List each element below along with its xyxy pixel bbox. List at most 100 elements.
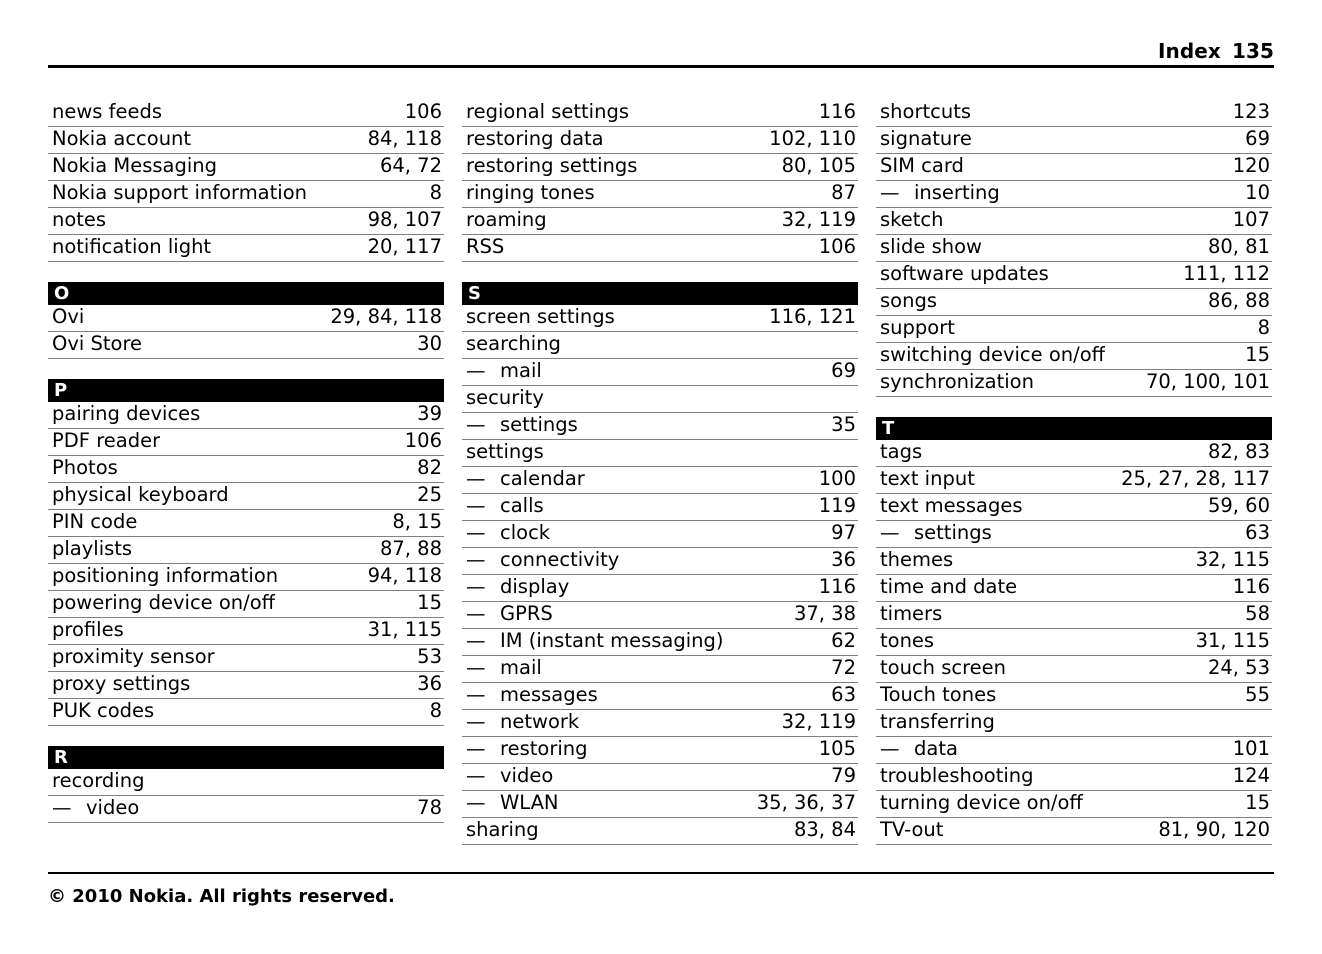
index-entry[interactable]: SIM card 120 bbox=[876, 154, 1272, 181]
index-entry-label: clock bbox=[500, 521, 551, 544]
index-entry-pages: 69 bbox=[831, 359, 856, 382]
index-sub-entry[interactable]: — inserting 10 bbox=[876, 181, 1272, 208]
index-entry[interactable]: turning device on/off 15 bbox=[876, 791, 1272, 818]
index-entry[interactable]: switching device on/off 15 bbox=[876, 343, 1272, 370]
index-entry-pages: 29, 84, 118 bbox=[330, 305, 442, 328]
index-entry-pages: 105 bbox=[818, 737, 856, 760]
index-entry[interactable]: software updates 111, 112 bbox=[876, 262, 1272, 289]
index-sub-entry[interactable]: — mail 69 bbox=[462, 359, 858, 386]
index-entry[interactable]: time and date 116 bbox=[876, 575, 1272, 602]
index-entry-pages: 8 bbox=[429, 699, 442, 722]
index-entry[interactable]: proximity sensor 53 bbox=[48, 645, 444, 672]
index-entry[interactable]: recording bbox=[48, 769, 444, 796]
index-sub-entry[interactable]: — network 32, 119 bbox=[462, 710, 858, 737]
index-entry[interactable]: support 8 bbox=[876, 316, 1272, 343]
index-entry[interactable]: Ovi 29, 84, 118 bbox=[48, 305, 444, 332]
index-entry[interactable]: pairing devices 39 bbox=[48, 402, 444, 429]
index-entry[interactable]: PIN code 8, 15 bbox=[48, 510, 444, 537]
index-entry[interactable]: tones 31, 115 bbox=[876, 629, 1272, 656]
index-sub-entry[interactable]: — WLAN 35, 36, 37 bbox=[462, 791, 858, 818]
index-entry[interactable]: PUK codes 8 bbox=[48, 699, 444, 726]
index-entry[interactable]: Ovi Store 30 bbox=[48, 332, 444, 359]
index-entry-pages: 39 bbox=[417, 402, 442, 425]
index-entry-term: Photos bbox=[52, 456, 118, 479]
index-entry-pages: 100 bbox=[818, 467, 856, 490]
index-entry[interactable]: shortcuts 123 bbox=[876, 100, 1272, 127]
index-entry-pages: 59, 60 bbox=[1207, 494, 1270, 517]
index-entry-term: sharing bbox=[466, 818, 539, 841]
index-entry[interactable]: restoring data 102, 110 bbox=[462, 127, 858, 154]
index-entry-pages: 32, 119 bbox=[781, 208, 856, 231]
index-entry[interactable]: troubleshooting 124 bbox=[876, 764, 1272, 791]
index-entry[interactable]: notification light 20, 117 bbox=[48, 235, 444, 262]
index-entry[interactable]: slide show 80, 81 bbox=[876, 235, 1272, 262]
index-sub-entry[interactable]: — calls 119 bbox=[462, 494, 858, 521]
index-entry-label: mail bbox=[500, 359, 542, 382]
index-sub-entry[interactable]: — settings 35 bbox=[462, 413, 858, 440]
index-sub-entry[interactable]: — connectivity 36 bbox=[462, 548, 858, 575]
index-entry[interactable]: Nokia support information 8 bbox=[48, 181, 444, 208]
index-entry[interactable]: news feeds 106 bbox=[48, 100, 444, 127]
index-entry[interactable]: Photos 82 bbox=[48, 456, 444, 483]
index-entry[interactable]: settings bbox=[462, 440, 858, 467]
index-entry[interactable]: TV-out 81, 90, 120 bbox=[876, 818, 1272, 845]
index-entry[interactable]: signature 69 bbox=[876, 127, 1272, 154]
index-entry-term: restoring data bbox=[466, 127, 604, 150]
index-entry[interactable]: transferring bbox=[876, 710, 1272, 737]
index-column-2: regional settings 116 restoring data 102, 1… bbox=[462, 100, 858, 845]
index-entry-pages: 36 bbox=[417, 672, 442, 695]
index-sub-entry[interactable]: — mail 72 bbox=[462, 656, 858, 683]
index-entry-term: tones bbox=[880, 629, 935, 652]
index-entry[interactable]: regional settings 116 bbox=[462, 100, 858, 127]
index-sub-entry[interactable]: — messages 63 bbox=[462, 683, 858, 710]
index-entry[interactable]: Nokia Messaging 64, 72 bbox=[48, 154, 444, 181]
index-sub-entry[interactable]: — GPRS 37, 38 bbox=[462, 602, 858, 629]
index-sub-entry[interactable]: — calendar 100 bbox=[462, 467, 858, 494]
index-sub-entry[interactable]: — clock 97 bbox=[462, 521, 858, 548]
index-entry[interactable]: PDF reader 106 bbox=[48, 429, 444, 456]
index-entry[interactable]: searching bbox=[462, 332, 858, 359]
index-entry[interactable]: powering device on/off 15 bbox=[48, 591, 444, 618]
index-entry[interactable]: restoring settings 80, 105 bbox=[462, 154, 858, 181]
index-entry-term: PDF reader bbox=[52, 429, 161, 452]
index-entry[interactable]: Nokia account 84, 118 bbox=[48, 127, 444, 154]
index-entry[interactable]: physical keyboard 25 bbox=[48, 483, 444, 510]
index-entry[interactable]: songs 86, 88 bbox=[876, 289, 1272, 316]
index-sub-entry[interactable]: — display 116 bbox=[462, 575, 858, 602]
index-entry-pages: 124 bbox=[1232, 764, 1270, 787]
index-entry[interactable]: security bbox=[462, 386, 858, 413]
index-entry[interactable]: synchronization 70, 100, 101 bbox=[876, 370, 1272, 397]
index-entry-pages: 86, 88 bbox=[1207, 289, 1270, 312]
index-entry[interactable]: tags 82, 83 bbox=[876, 440, 1272, 467]
index-entry[interactable]: screen settings 116, 121 bbox=[462, 305, 858, 332]
index-entry-term: playlists bbox=[52, 537, 133, 560]
index-entry[interactable]: themes 32, 115 bbox=[876, 548, 1272, 575]
page-header: Index 135 bbox=[48, 30, 1274, 68]
index-entry[interactable]: timers 58 bbox=[876, 602, 1272, 629]
index-entry-term: — inserting bbox=[880, 181, 1000, 205]
index-sub-entry[interactable]: — restoring 105 bbox=[462, 737, 858, 764]
index-entry[interactable]: sketch 107 bbox=[876, 208, 1272, 235]
index-entry[interactable]: proxy settings 36 bbox=[48, 672, 444, 699]
index-sub-entry[interactable]: — video 78 bbox=[48, 796, 444, 823]
index-sub-entry[interactable]: — settings 63 bbox=[876, 521, 1272, 548]
index-entry[interactable]: sharing 83, 84 bbox=[462, 818, 858, 845]
index-entry[interactable]: Touch tones 55 bbox=[876, 683, 1272, 710]
index-sub-entry[interactable]: — IM (instant messaging) 62 bbox=[462, 629, 858, 656]
index-entry-pages: 63 bbox=[1245, 521, 1270, 544]
index-entry-term: security bbox=[466, 386, 544, 409]
index-entry-term: — settings bbox=[880, 521, 992, 545]
index-entry[interactable]: touch screen 24, 53 bbox=[876, 656, 1272, 683]
index-entry[interactable]: playlists 87, 88 bbox=[48, 537, 444, 564]
index-entry[interactable]: ringing tones 87 bbox=[462, 181, 858, 208]
index-entry[interactable]: roaming 32, 119 bbox=[462, 208, 858, 235]
index-entry[interactable]: notes 98, 107 bbox=[48, 208, 444, 235]
index-entry[interactable]: text input 25, 27, 28, 117 bbox=[876, 467, 1272, 494]
index-entry[interactable]: text messages 59, 60 bbox=[876, 494, 1272, 521]
index-entry[interactable]: RSS 106 bbox=[462, 235, 858, 262]
index-entry[interactable]: positioning information 94, 118 bbox=[48, 564, 444, 591]
index-sub-entry[interactable]: — data 101 bbox=[876, 737, 1272, 764]
em-dash-icon: — bbox=[466, 710, 486, 733]
index-entry[interactable]: profiles 31, 115 bbox=[48, 618, 444, 645]
index-sub-entry[interactable]: — video 79 bbox=[462, 764, 858, 791]
